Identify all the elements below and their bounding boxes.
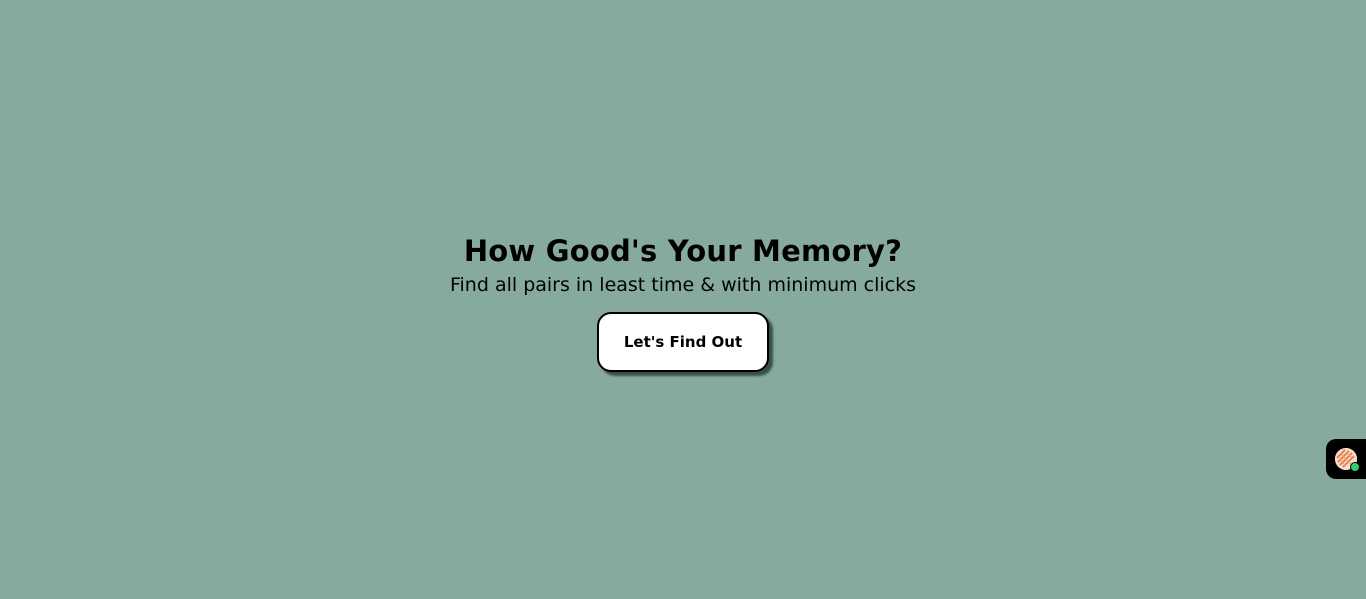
- chat-widget-button[interactable]: [1326, 439, 1366, 479]
- online-status-dot: [1350, 462, 1360, 472]
- intro-section: How Good's Your Memory? Find all pairs i…: [0, 233, 1366, 372]
- start-game-button[interactable]: Let's Find Out: [597, 312, 769, 372]
- page-subtitle: Find all pairs in least time & with mini…: [449, 274, 917, 296]
- page-title: How Good's Your Memory?: [463, 234, 903, 268]
